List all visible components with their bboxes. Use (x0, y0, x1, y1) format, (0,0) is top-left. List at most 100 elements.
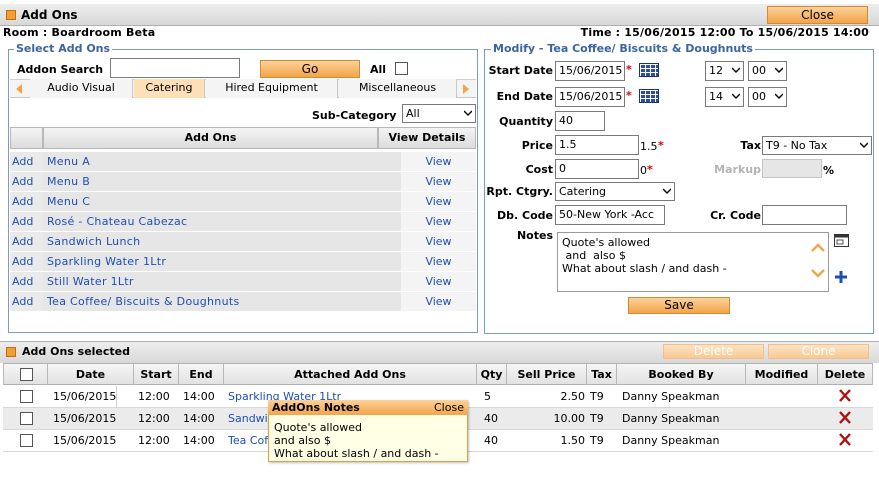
notes-popup-close[interactable]: Close (434, 401, 464, 414)
end-hour-select[interactable]: 14 (705, 87, 744, 107)
chevron-down-icon (732, 67, 740, 73)
add-link[interactable]: Add (10, 152, 45, 171)
tab-audio-visual[interactable]: Audio Visual (30, 79, 133, 98)
add-plus-icon[interactable] (834, 270, 848, 284)
modify-legend: Modify - Tea Coffee/ Biscuits & Doughnut… (491, 42, 755, 55)
start-hour-select[interactable]: 12 (705, 61, 744, 81)
add-link[interactable]: Add (10, 272, 45, 291)
row-checkbox[interactable] (20, 390, 33, 403)
end-minute-select[interactable]: 00 (748, 87, 787, 107)
column-header-end[interactable]: End (179, 363, 224, 385)
notes-textarea[interactable]: Quote's allowed and also $ What about sl… (557, 232, 829, 292)
chevron-down-icon (732, 93, 740, 99)
start-minute-value: 00 (752, 64, 766, 77)
go-button[interactable]: Go (260, 60, 360, 78)
delete-button[interactable]: Delete (663, 344, 764, 359)
add-link[interactable]: Add (10, 232, 45, 251)
room-label: Room : Boardroom Beta (3, 26, 156, 39)
column-header-modified[interactable]: Modified (746, 363, 818, 385)
addon-search-input[interactable] (110, 58, 240, 78)
tax-label: Tax (740, 139, 761, 152)
tabs-scroll-left-icon[interactable] (16, 84, 22, 94)
delete-x-icon[interactable] (838, 433, 852, 446)
all-checkbox[interactable] (395, 62, 408, 75)
addon-name: Menu A (43, 152, 405, 171)
view-link[interactable]: View (401, 192, 476, 211)
tabs-scroll-right-icon[interactable] (463, 84, 469, 94)
row-qty: 40 (484, 434, 498, 447)
delete-x-icon[interactable] (838, 411, 852, 424)
start-date-calendar-icon[interactable] (639, 63, 659, 77)
notes-line: and also $ (562, 249, 626, 262)
add-link[interactable]: Add (10, 292, 45, 311)
row-qty: 40 (484, 412, 498, 425)
end-date-label: End Date (496, 90, 553, 103)
notes-popup-title: AddOns Notes (272, 401, 360, 414)
price-input[interactable]: 1.5 (555, 135, 639, 155)
markup-percent: % (823, 164, 835, 177)
quantity-input[interactable]: 40 (555, 111, 605, 131)
chevron-down-icon (775, 67, 783, 73)
start-date-input[interactable]: 15/06/2015 (555, 61, 625, 81)
subcategory-select[interactable]: All (402, 104, 476, 123)
end-date-calendar-icon[interactable] (639, 89, 659, 103)
column-header-qty[interactable]: Qty (477, 363, 507, 385)
db-code-label: Db. Code (497, 209, 553, 222)
row-start: 12:00 (138, 390, 170, 403)
tax-value: T9 - No Tax (766, 139, 828, 152)
view-link[interactable]: View (401, 172, 476, 191)
row-end: 14:00 (183, 412, 215, 425)
tab-catering[interactable]: Catering (134, 79, 205, 98)
view-link[interactable]: View (401, 252, 476, 271)
end-date-input[interactable]: 15/06/2015 (555, 87, 625, 107)
all-label: All (370, 63, 387, 76)
notes-line: What about slash / and dash - (562, 262, 727, 275)
grid-header-blank (10, 127, 43, 149)
tab-hired-equipment[interactable]: Hired Equipment (206, 79, 338, 98)
tab-miscellaneous[interactable]: Miscellaneous (339, 79, 457, 98)
list-item: Add Tea Coffee/ Biscuits & Doughnuts Vie… (10, 292, 476, 312)
chevron-down-icon (464, 110, 472, 116)
tax-select[interactable]: T9 - No Tax (762, 136, 872, 155)
add-link[interactable]: Add (10, 192, 45, 211)
delete-x-icon[interactable] (838, 389, 852, 402)
view-link[interactable]: View (401, 212, 476, 231)
add-link[interactable]: Add (10, 172, 45, 191)
db-code-input[interactable]: 50-New York -Acc (555, 205, 665, 225)
close-button[interactable]: Close (767, 6, 868, 24)
column-header-booked-by[interactable]: Booked By (617, 363, 746, 385)
clone-button[interactable]: Clone (768, 344, 869, 359)
view-link[interactable]: View (401, 152, 476, 171)
save-button[interactable]: Save (628, 297, 730, 314)
row-checkbox[interactable] (20, 434, 33, 447)
column-header-date[interactable]: Date (48, 363, 134, 385)
row-end: 14:00 (183, 390, 215, 403)
column-header-start[interactable]: Start (134, 363, 179, 385)
cost-input[interactable]: 0 (555, 159, 639, 179)
row-tax: T9 (590, 412, 604, 425)
column-header-sell-price[interactable]: Sell Price (507, 363, 587, 385)
cr-code-input[interactable] (762, 205, 847, 225)
report-category-select[interactable]: Catering (555, 182, 675, 201)
notes-popup-line: Quote's allowed (274, 421, 363, 434)
view-link[interactable]: View (401, 292, 476, 311)
chevron-up-icon[interactable] (811, 243, 825, 253)
start-minute-select[interactable]: 00 (748, 61, 787, 81)
required-mark: * (626, 89, 632, 102)
column-header-tax[interactable]: Tax (587, 363, 617, 385)
select-all-checkbox[interactable] (20, 368, 33, 381)
add-link[interactable]: Add (10, 212, 45, 231)
view-link[interactable]: View (401, 272, 476, 291)
column-header-attached[interactable]: Attached Add Ons (224, 363, 477, 385)
addon-name: Sandwich Lunch (43, 232, 405, 251)
notes-window-icon[interactable] (834, 234, 849, 247)
chevron-down-icon[interactable] (811, 268, 825, 278)
row-sell-price: 2.50 (560, 390, 586, 403)
row-checkbox[interactable] (20, 412, 33, 425)
add-link[interactable]: Add (10, 252, 45, 271)
quantity-label: Quantity (499, 115, 553, 128)
view-link[interactable]: View (401, 232, 476, 251)
list-item: Add Still Water 1Ltr View (10, 272, 476, 292)
chevron-down-icon (860, 142, 868, 148)
list-item: Add Sparkling Water 1Ltr View (10, 252, 476, 272)
